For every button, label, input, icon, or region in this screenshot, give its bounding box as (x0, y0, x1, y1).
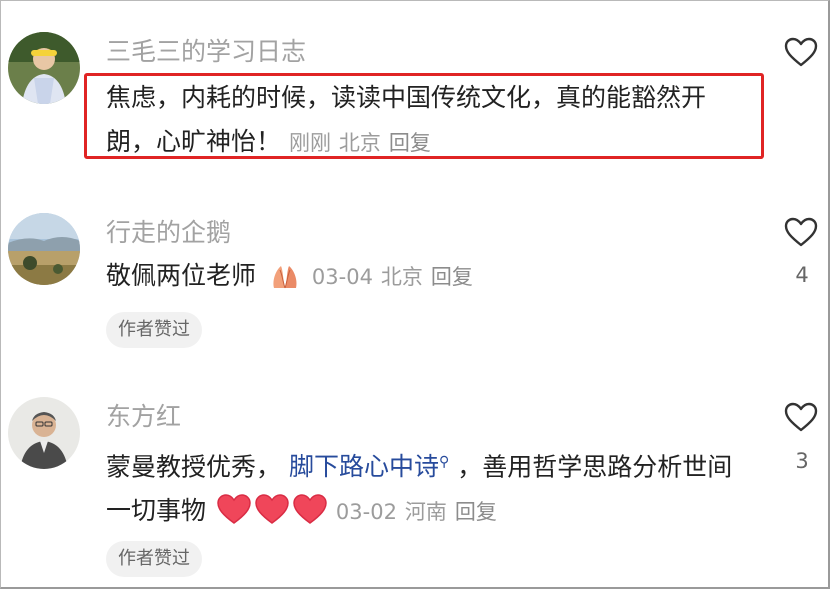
username[interactable]: 行走的企鹅 (106, 218, 231, 248)
author-liked-badge: 作者赞过 (106, 541, 202, 577)
red-heart-emoji (217, 494, 251, 525)
red-heart-emoji (293, 494, 327, 525)
like-count: 3 (795, 449, 809, 473)
avatar[interactable] (8, 397, 80, 469)
heart-outline-icon[interactable] (783, 401, 819, 433)
comment-location: 北京 (380, 265, 423, 289)
reply-button[interactable]: 回复 (431, 265, 473, 289)
avatar[interactable] (8, 213, 80, 285)
topic-link[interactable]: 脚下路心中诗⚲ (289, 452, 449, 481)
highlight-box (84, 73, 764, 159)
topic-link-label: 脚下路心中诗 (288, 452, 439, 482)
comment-location: 河南 (404, 500, 447, 525)
author-liked-badge: 作者赞过 (106, 312, 202, 348)
username[interactable]: 东方红 (106, 402, 181, 432)
comment-time: 03-02 (335, 500, 397, 525)
avatar[interactable] (8, 32, 80, 104)
red-heart-emoji (255, 494, 289, 525)
folded-hands-emoji (273, 266, 297, 289)
heart-outline-icon[interactable] (783, 216, 819, 248)
username[interactable]: 三毛三的学习日志 (106, 37, 306, 67)
comment-time: 03-04 (311, 265, 373, 289)
comment-content: 敬佩两位老师 (106, 261, 257, 290)
search-icon: ⚲ (438, 454, 450, 470)
comment-content: 蒙曼教授优秀， (106, 452, 282, 482)
heart-outline-icon[interactable] (783, 36, 819, 68)
like-count: 4 (795, 263, 809, 287)
reply-button[interactable]: 回复 (455, 500, 497, 524)
comment-text: 蒙曼教授优秀， 脚下路心中诗⚲ ，善用哲学思路分析世间一切事物 03-02 河南… (106, 440, 746, 534)
comment-text: 敬佩两位老师 03-04 北京 回复 (106, 254, 746, 299)
